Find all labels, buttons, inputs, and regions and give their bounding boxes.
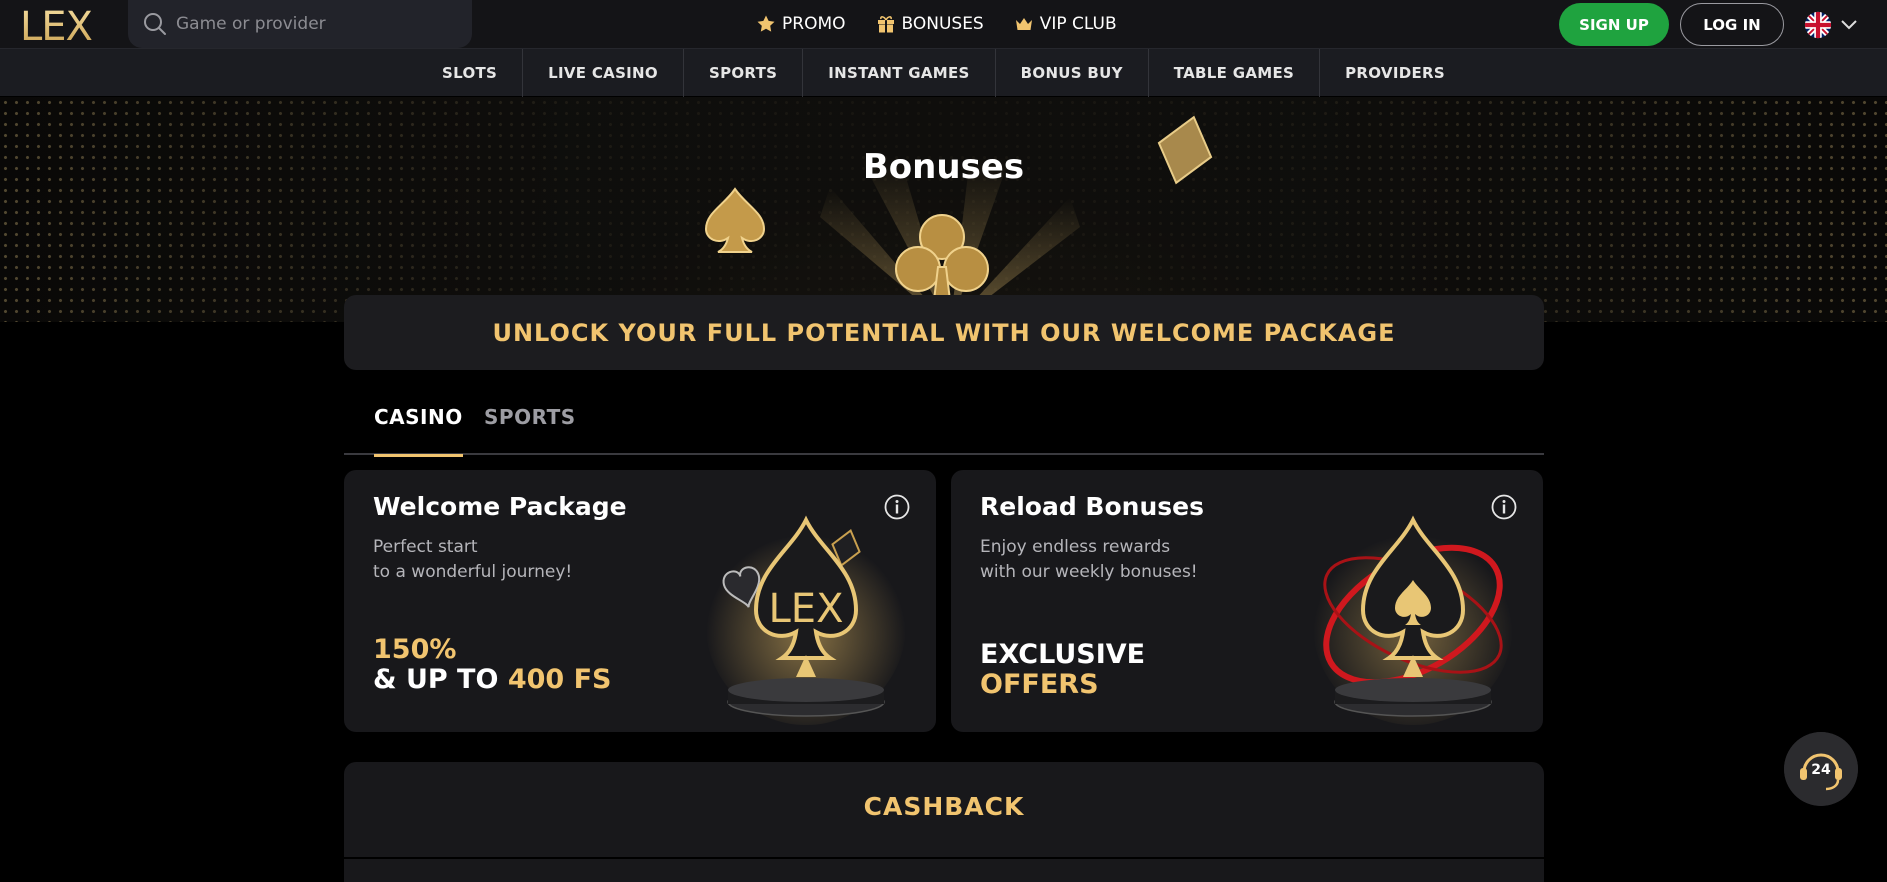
gift-icon xyxy=(877,16,894,33)
card-title: Welcome Package xyxy=(373,492,627,521)
top-nav: PROMO BONUSES VIP CLUB xyxy=(756,0,1117,48)
nav-bonuses[interactable]: BONUSES xyxy=(876,14,984,34)
welcome-package-banner: UNLOCK YOUR FULL POTENTIAL WITH OUR WELC… xyxy=(344,295,1544,370)
crown-icon xyxy=(1015,18,1032,30)
category-sports[interactable]: SPORTS xyxy=(682,48,802,97)
card-offer: EXCLUSIVE OFFERS xyxy=(980,640,1145,700)
card-description: Perfect start to a wonderful journey! xyxy=(373,535,653,585)
offer-line-2: OFFERS xyxy=(980,669,1099,700)
lex-spade-trophy-icon: LEX xyxy=(706,515,906,725)
card-desc-line: Enjoy endless rewards xyxy=(980,537,1171,557)
login-button[interactable]: LOG IN xyxy=(1680,3,1784,46)
reload-bonuses-card[interactable]: Reload Bonuses Enjoy endless rewards wit… xyxy=(951,470,1543,732)
cashback-title: CASHBACK xyxy=(863,792,1025,821)
top-header: LEX PROMO BONUSES VIP CLUB SIGN UP LO xyxy=(0,0,1887,48)
category-table-games[interactable]: TABLE GAMES xyxy=(1147,48,1319,97)
nav-vip-label: VIP CLUB xyxy=(1039,14,1117,34)
support-24-icon[interactable]: 24 xyxy=(1784,732,1858,806)
trophy-logo-text: LEX xyxy=(769,586,844,632)
logo-text: LEX xyxy=(20,4,93,46)
category-nav: SLOTS LIVE CASINO SPORTS INSTANT GAMES B… xyxy=(0,48,1887,97)
category-bonus-buy[interactable]: BONUS BUY xyxy=(994,48,1148,97)
category-providers[interactable]: PROVIDERS xyxy=(1319,48,1470,97)
uk-flag-icon xyxy=(1804,11,1832,39)
support-label: 24 xyxy=(1811,762,1831,778)
search-icon xyxy=(144,13,166,35)
offer-percent: 150% xyxy=(373,634,457,665)
offer-freespins: & UP TO 400 FS xyxy=(373,665,612,695)
tab-casino[interactable]: CASINO xyxy=(374,405,463,457)
search-input[interactable] xyxy=(176,14,466,34)
card-desc-line: with our weekly bonuses! xyxy=(980,562,1198,582)
category-instant-games[interactable]: INSTANT GAMES xyxy=(802,48,994,97)
card-description: Enjoy endless rewards with our weekly bo… xyxy=(980,535,1260,585)
divider xyxy=(344,857,1544,859)
nav-promo-label: PROMO xyxy=(782,14,846,34)
star-icon xyxy=(757,15,775,32)
nav-vip-club[interactable]: VIP CLUB xyxy=(1014,14,1117,34)
card-desc-line: to a wonderful journey! xyxy=(373,562,573,582)
offer-line-1: EXCLUSIVE xyxy=(980,639,1146,670)
reload-spade-trophy-icon xyxy=(1313,515,1513,725)
card-title: Reload Bonuses xyxy=(980,492,1204,521)
cashback-section[interactable]: CASHBACK xyxy=(344,762,1544,882)
chevron-down-icon xyxy=(1841,20,1857,30)
offer-highlight: 400 FS xyxy=(507,664,612,695)
gold-spade-icon xyxy=(704,187,766,253)
card-desc-line: Perfect start xyxy=(373,537,478,557)
category-slots[interactable]: SLOTS xyxy=(417,49,522,97)
language-selector[interactable] xyxy=(1803,11,1857,39)
hero-banner: Bonuses xyxy=(0,97,1887,322)
search-box[interactable] xyxy=(128,0,472,48)
nav-promo[interactable]: PROMO xyxy=(756,14,846,34)
tab-sports[interactable]: SPORTS xyxy=(484,405,576,454)
card-offer: 150% & UP TO 400 FS xyxy=(373,635,612,695)
signup-button[interactable]: SIGN UP xyxy=(1559,3,1669,46)
offer-prefix: & UP TO xyxy=(373,664,508,695)
bonus-tabs: CASINO SPORTS xyxy=(344,395,1544,457)
page-title: Bonuses xyxy=(862,147,1025,187)
lex-logo[interactable]: LEX xyxy=(20,2,110,46)
category-live-casino[interactable]: LIVE CASINO xyxy=(522,48,683,97)
welcome-package-card[interactable]: Welcome Package Perfect start to a wonde… xyxy=(344,470,936,732)
nav-bonuses-label: BONUSES xyxy=(901,14,984,34)
